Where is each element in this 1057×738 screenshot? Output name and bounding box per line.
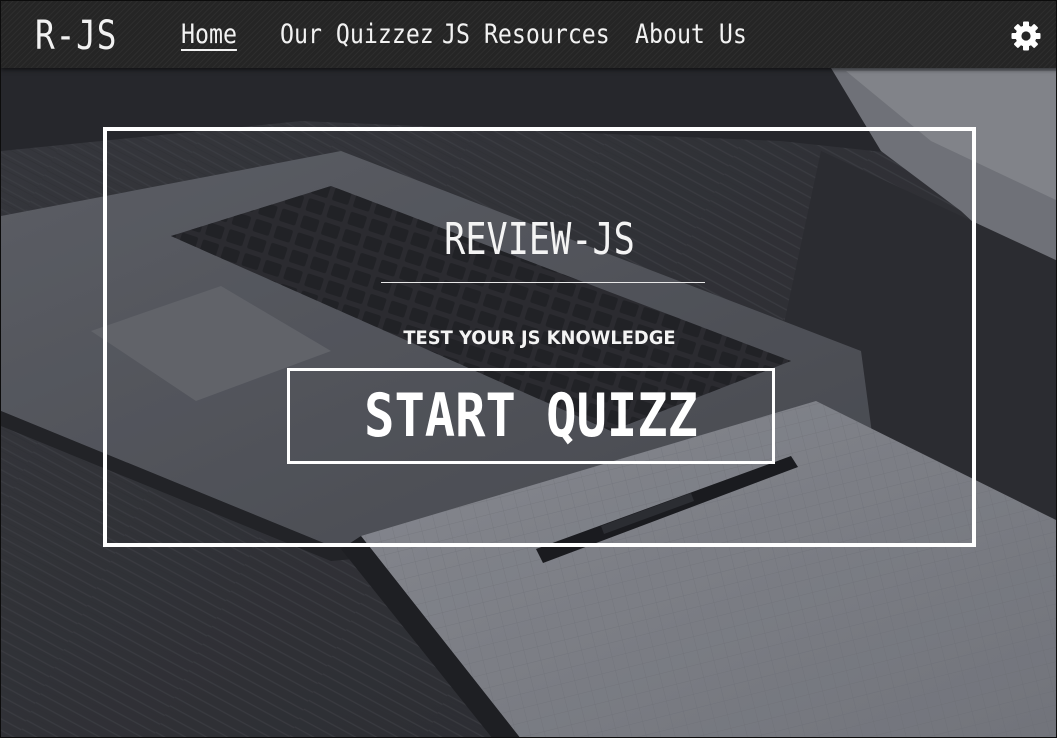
gear-icon	[1011, 21, 1041, 51]
hero-divider	[381, 282, 705, 283]
navbar: R-JS Home Our Quizzez JS Resources About…	[1, 1, 1056, 68]
settings-button[interactable]	[1010, 20, 1042, 52]
hero-card: REVIEW-JS TEST YOUR JS KNOWLEDGE START Q…	[103, 127, 976, 547]
page: R-JS Home Our Quizzez JS Resources About…	[0, 0, 1057, 738]
start-quizz-label: START QUIZZ	[364, 381, 698, 451]
start-quizz-button[interactable]: START QUIZZ	[287, 368, 775, 464]
logo[interactable]: R-JS	[35, 11, 117, 61]
nav-link-home[interactable]: Home	[181, 15, 237, 55]
nav-link-about-us[interactable]: About Us	[635, 15, 747, 55]
hero-subtitle: TEST YOUR JS KNOWLEDGE	[403, 327, 676, 349]
nav-link-js-resources[interactable]: JS Resources	[442, 15, 610, 55]
nav-link-our-quizzez[interactable]: Our Quizzez	[280, 15, 434, 55]
hero-title: REVIEW-JS	[444, 214, 635, 265]
